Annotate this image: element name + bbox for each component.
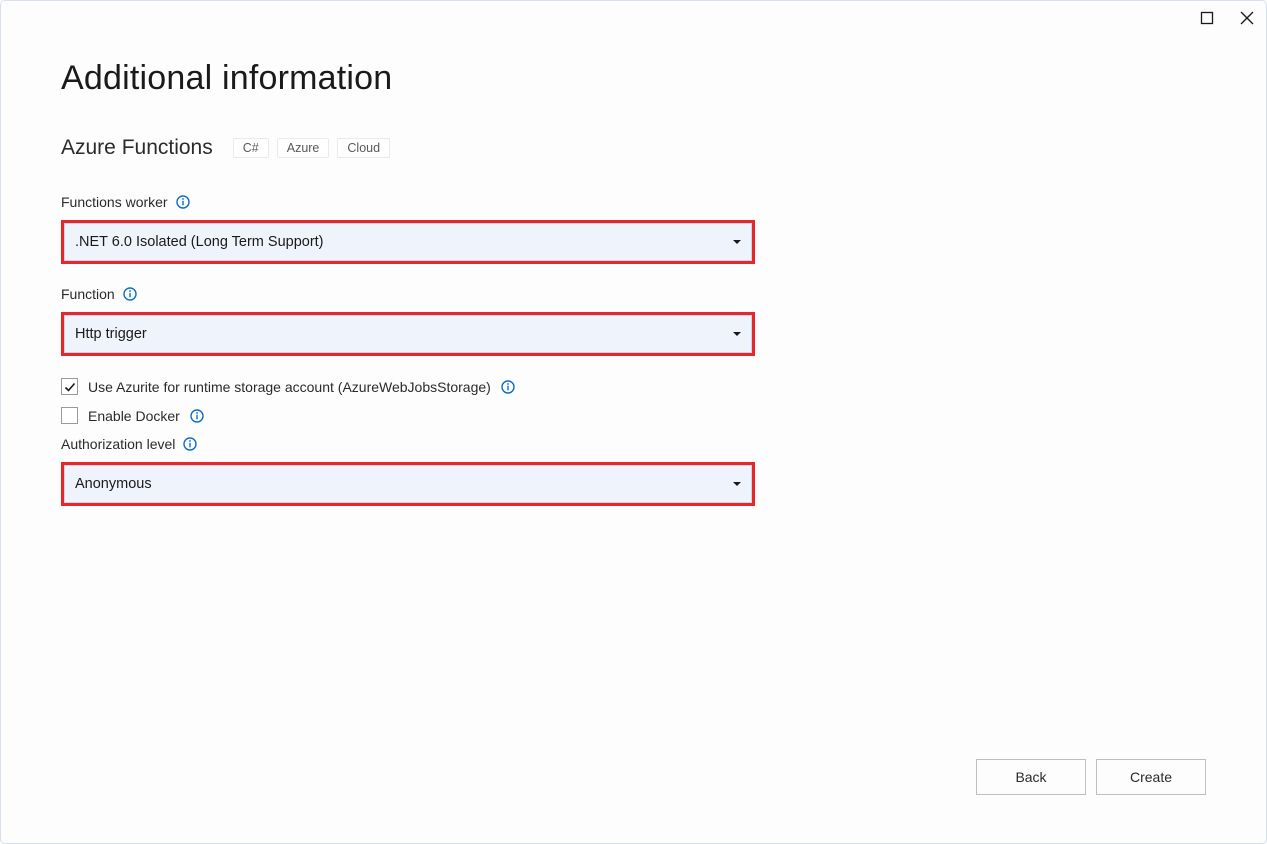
use-azurite-label: Use Azurite for runtime storage account … <box>88 379 491 395</box>
enable-docker-label: Enable Docker <box>88 408 180 424</box>
functions-worker-dropdown[interactable]: .NET 6.0 Isolated (Long Term Support) <box>64 223 752 261</box>
authorization-level-label: Authorization level <box>61 436 175 452</box>
chevron-down-icon <box>733 482 741 486</box>
info-icon[interactable] <box>183 437 197 451</box>
authorization-level-dropdown[interactable]: Anonymous <box>64 465 752 503</box>
close-button[interactable] <box>1240 11 1254 30</box>
functions-worker-value: .NET 6.0 Isolated (Long Term Support) <box>75 234 324 250</box>
info-icon[interactable] <box>190 409 204 423</box>
page-title: Additional information <box>61 59 1206 98</box>
enable-docker-checkbox[interactable] <box>61 407 78 424</box>
function-label: Function <box>61 286 115 302</box>
info-icon[interactable] <box>123 287 137 301</box>
create-button-label: Create <box>1130 769 1172 785</box>
maximize-button[interactable] <box>1200 11 1214 30</box>
authorization-level-value: Anonymous <box>75 476 152 492</box>
create-button[interactable]: Create <box>1096 759 1206 795</box>
info-icon[interactable] <box>176 195 190 209</box>
functions-worker-label: Functions worker <box>61 194 168 210</box>
tag-csharp: C# <box>233 138 269 158</box>
subtitle: Azure Functions <box>61 136 213 160</box>
back-button[interactable]: Back <box>976 759 1086 795</box>
chevron-down-icon <box>733 332 741 336</box>
info-icon[interactable] <box>501 380 515 394</box>
use-azurite-checkbox[interactable] <box>61 378 78 395</box>
chevron-down-icon <box>733 240 741 244</box>
back-button-label: Back <box>1015 769 1046 785</box>
function-dropdown[interactable]: Http trigger <box>64 315 752 353</box>
tag-azure: Azure <box>277 138 330 158</box>
tag-cloud: Cloud <box>337 138 390 158</box>
function-value: Http trigger <box>75 326 147 342</box>
